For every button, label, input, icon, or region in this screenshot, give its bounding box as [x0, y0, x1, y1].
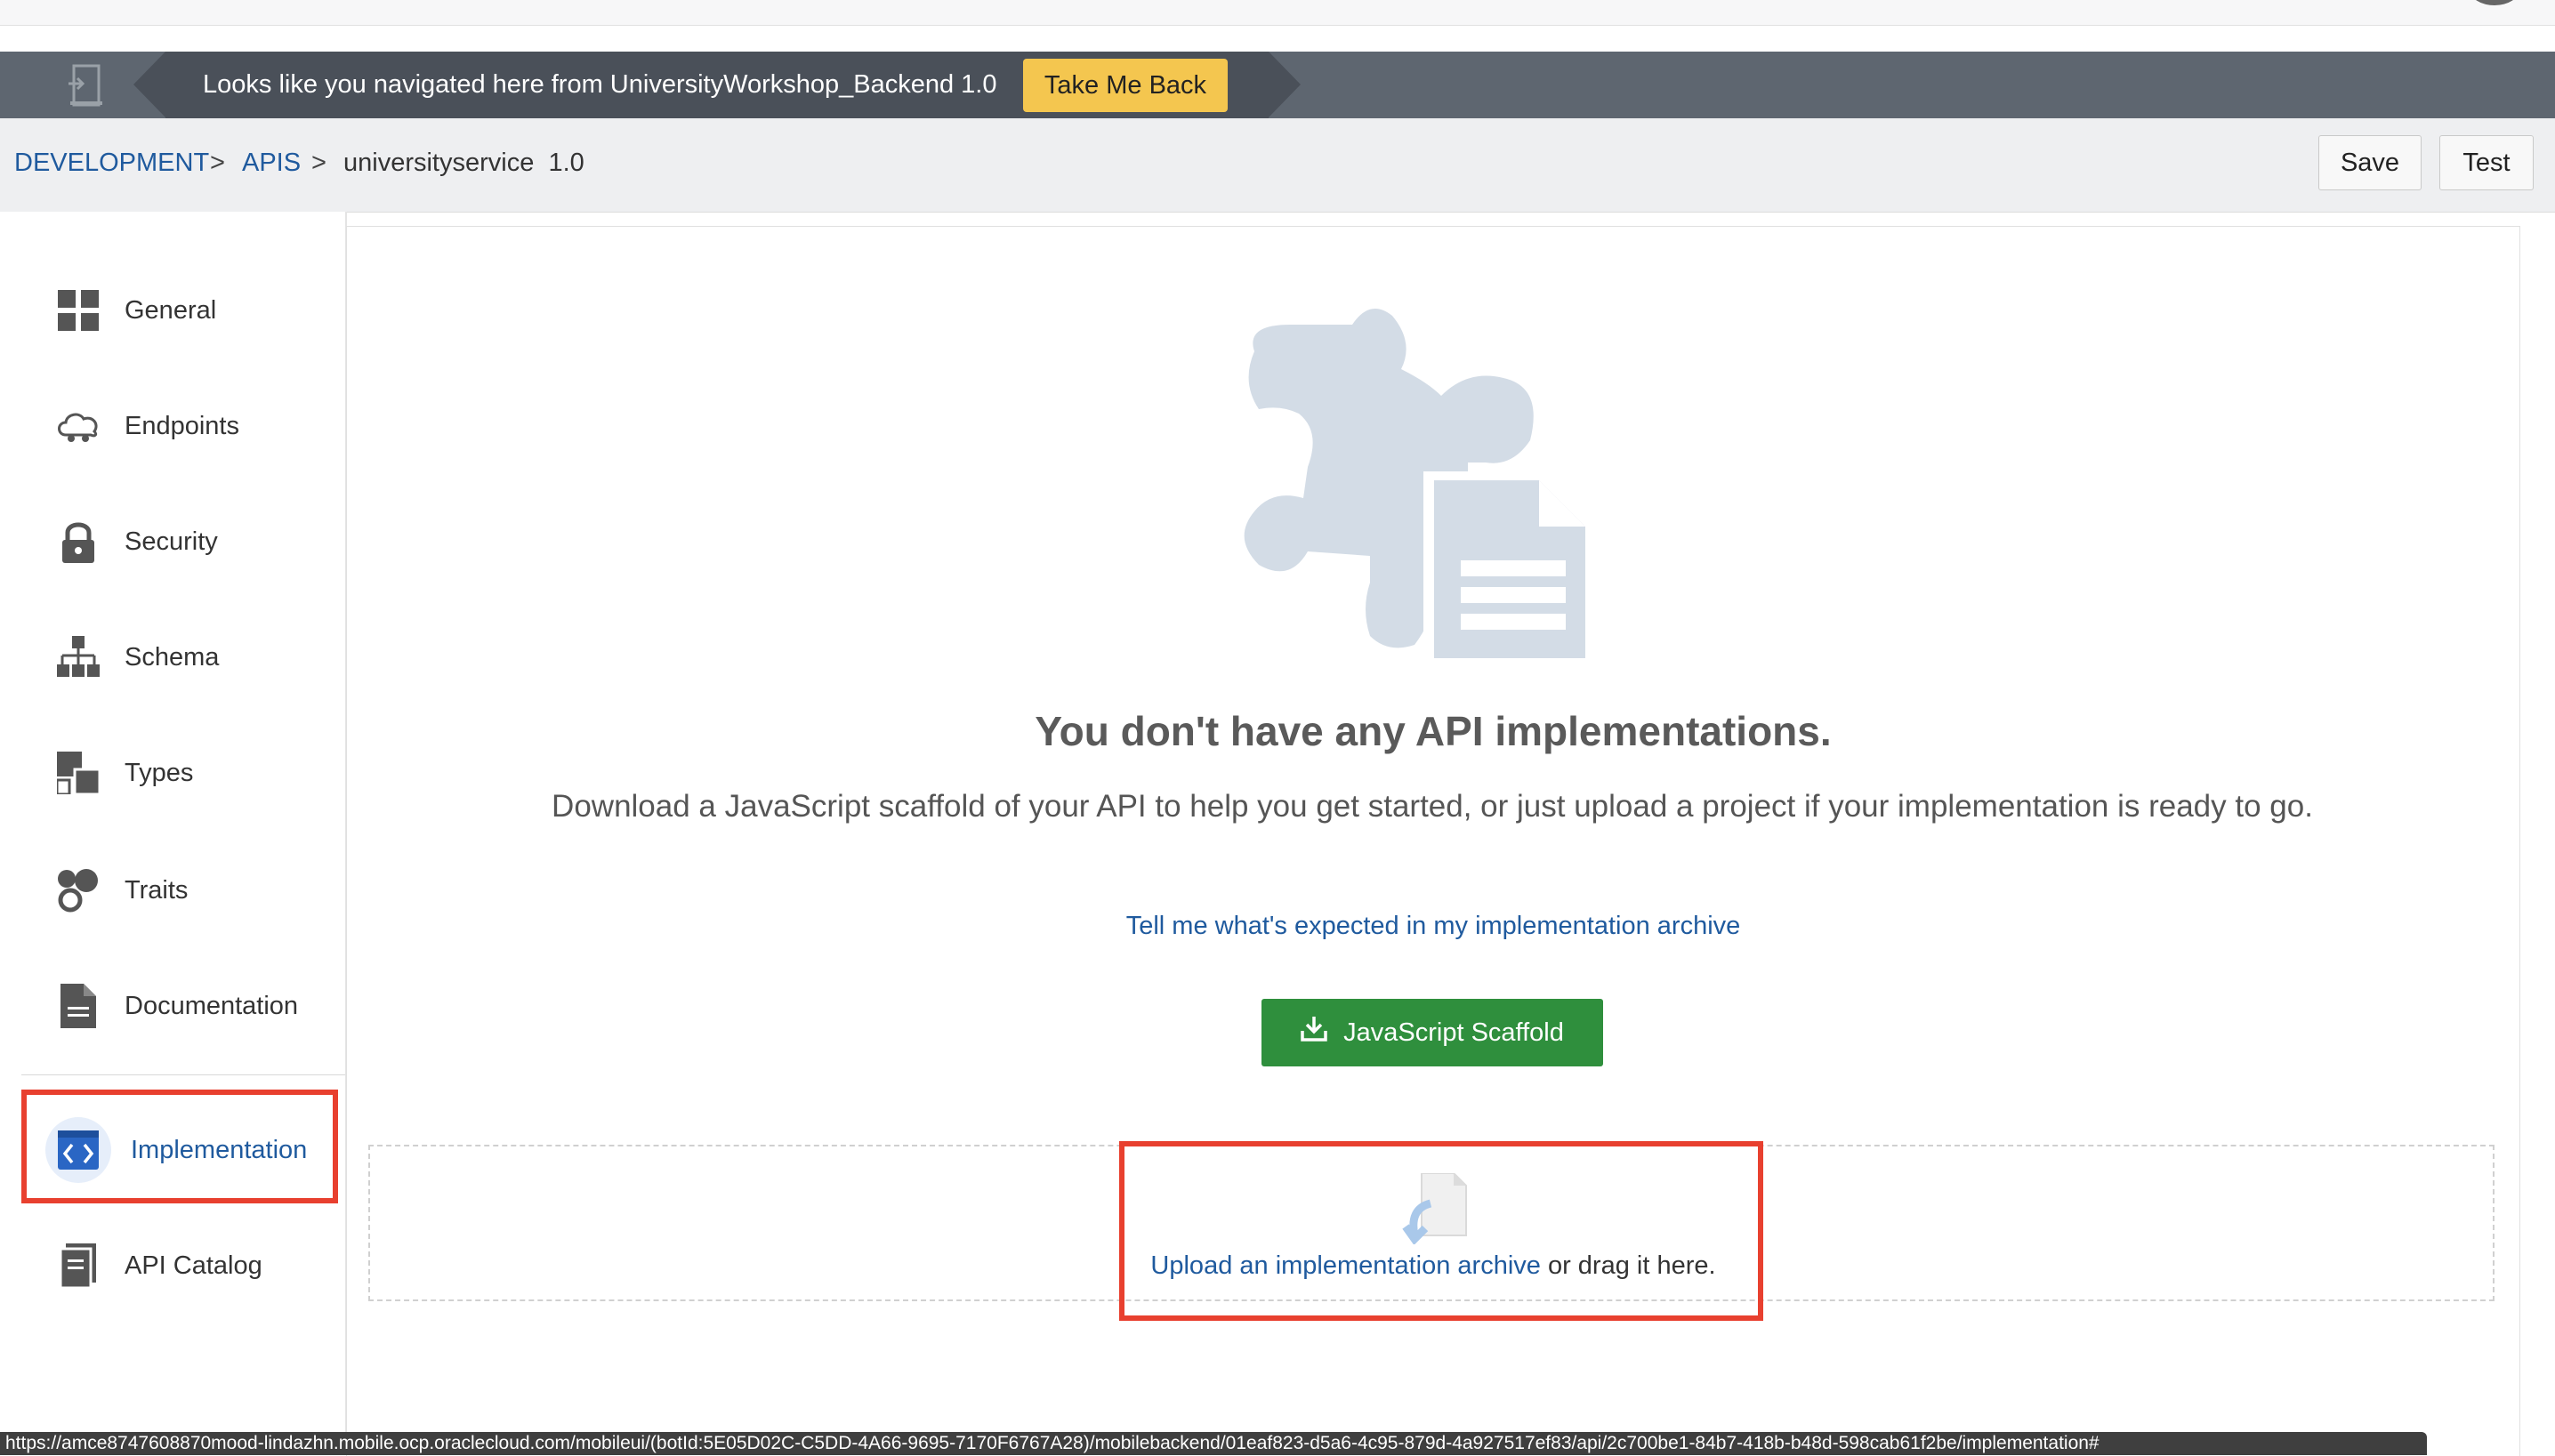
grid-icon — [52, 284, 105, 337]
status-bar: https://amce8747608870mood-lindazhn.mobi… — [0, 1432, 2427, 1455]
sidebar-item-schema[interactable]: Schema — [21, 608, 333, 706]
breadcrumb-separator: > — [311, 149, 326, 177]
cloud-icon — [52, 399, 105, 453]
javascript-scaffold-button[interactable]: JavaScript Scaffold — [1261, 999, 1603, 1066]
breadcrumb-current: universityservice 1.0 — [343, 149, 584, 177]
sidebar-item-label: Schema — [125, 642, 220, 672]
sidebar-item-label: API Catalog — [125, 1251, 262, 1280]
sidebar-item-general[interactable]: General — [21, 261, 333, 359]
user-avatar[interactable] — [2470, 0, 2519, 5]
highlight-box — [1119, 1141, 1763, 1321]
download-icon — [1301, 1017, 1327, 1049]
empty-state-description: Download a JavaScript scaffold of your A… — [552, 789, 2313, 824]
sidebar-item-endpoints[interactable]: Endpoints — [21, 377, 333, 475]
lock-icon — [52, 515, 105, 568]
navigation-banner: Looks like you navigated here from Unive… — [0, 52, 2555, 118]
hierarchy-icon — [52, 631, 105, 684]
sidebar-item-label: General — [125, 295, 217, 325]
highlight-box — [21, 1090, 338, 1203]
take-me-back-button[interactable]: Take Me Back — [1023, 59, 1228, 112]
sidebar-item-api-catalog[interactable]: API Catalog — [21, 1217, 333, 1315]
puzzle-document-icon — [1237, 298, 1610, 676]
catalog-icon — [52, 1239, 105, 1292]
breadcrumb-development[interactable]: DEVELOPMENT — [14, 118, 209, 207]
sidebar-item-label: Traits — [125, 875, 189, 905]
status-url: https://amce8747608870mood-lindazhn.mobi… — [5, 1433, 2100, 1453]
exit-door-icon — [55, 62, 116, 109]
empty-state-heading: You don't have any API implementations. — [1035, 708, 1832, 754]
breadcrumb: DEVELOPMENT > APIS > universityservice 1… — [0, 118, 2555, 213]
javascript-scaffold-label: JavaScript Scaffold — [1343, 1018, 1564, 1047]
test-button[interactable]: Test — [2439, 135, 2534, 190]
browser-top-strip — [0, 0, 2555, 26]
sidebar: General Endpoints Security Schema Types … — [0, 212, 347, 1455]
sidebar-item-types[interactable]: Types — [21, 724, 333, 822]
traits-icon — [52, 864, 105, 917]
types-icon — [52, 746, 105, 800]
sidebar-divider — [21, 1074, 345, 1075]
document-icon — [52, 979, 105, 1033]
sidebar-item-label: Security — [125, 527, 218, 556]
sidebar-item-label: Documentation — [125, 991, 299, 1020]
save-button[interactable]: Save — [2318, 135, 2422, 190]
implementation-archive-help-link[interactable]: Tell me what's expected in my implementa… — [347, 912, 2519, 941]
breadcrumb-separator: > — [210, 149, 225, 177]
sidebar-item-traits[interactable]: Traits — [21, 841, 333, 939]
breadcrumb-apis[interactable]: APIS — [242, 118, 301, 207]
sidebar-item-label: Endpoints — [125, 411, 239, 440]
banner-message: Looks like you navigated here from Unive… — [203, 70, 997, 99]
sidebar-item-label: Types — [125, 758, 194, 787]
banner-chevron-right — [1269, 52, 1301, 117]
banner-chevron-left — [133, 52, 165, 117]
sidebar-item-security[interactable]: Security — [21, 493, 333, 591]
sidebar-item-documentation[interactable]: Documentation — [21, 957, 333, 1055]
